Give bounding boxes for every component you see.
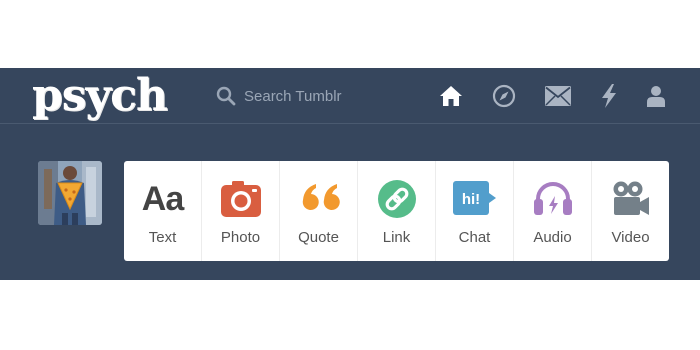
chat-icon: hi! bbox=[452, 179, 497, 219]
post-photo-button[interactable]: Photo bbox=[201, 161, 279, 261]
header-bar: psych bbox=[0, 68, 700, 124]
headphones-icon bbox=[531, 179, 575, 219]
user-icon[interactable] bbox=[643, 83, 669, 109]
dashboard: psych Search Tumblr Aa Text Photo Quote … bbox=[0, 68, 700, 280]
post-audio-label: Audio bbox=[533, 229, 572, 246]
svg-text:hi!: hi! bbox=[461, 191, 479, 208]
link-icon bbox=[375, 179, 419, 219]
blog-logo[interactable]: psych bbox=[32, 74, 168, 118]
post-quote-label: Quote bbox=[298, 229, 339, 246]
post-link-label: Link bbox=[382, 229, 411, 246]
post-link-button[interactable]: Link bbox=[357, 161, 435, 261]
post-quote-button[interactable]: Quote bbox=[279, 161, 357, 261]
post-chat-button[interactable]: hi! Chat bbox=[435, 161, 513, 261]
post-audio-button[interactable]: Audio bbox=[513, 161, 591, 261]
post-text-label: Text bbox=[148, 229, 177, 246]
compass-icon[interactable] bbox=[491, 83, 517, 109]
post-video-button[interactable]: Video bbox=[591, 161, 669, 261]
video-camera-icon bbox=[609, 179, 653, 219]
text-icon: Aa bbox=[141, 180, 184, 218]
camera-icon bbox=[219, 179, 263, 219]
avatar[interactable] bbox=[38, 161, 102, 225]
post-video-label: Video bbox=[611, 229, 650, 246]
search-icon bbox=[216, 86, 236, 106]
search-box[interactable] bbox=[216, 85, 396, 107]
post-type-bar: Aa Text Photo Quote Link hi! Chat Audio … bbox=[124, 161, 669, 261]
lightning-icon[interactable] bbox=[596, 83, 622, 109]
home-icon[interactable] bbox=[438, 83, 464, 109]
avatar-icon bbox=[38, 161, 102, 225]
mail-icon[interactable] bbox=[545, 83, 571, 109]
post-text-button[interactable]: Aa Text bbox=[124, 161, 201, 261]
search-input[interactable] bbox=[244, 85, 394, 107]
quote-icon bbox=[297, 179, 341, 219]
post-chat-label: Chat bbox=[458, 229, 491, 246]
post-photo-label: Photo bbox=[220, 229, 261, 246]
